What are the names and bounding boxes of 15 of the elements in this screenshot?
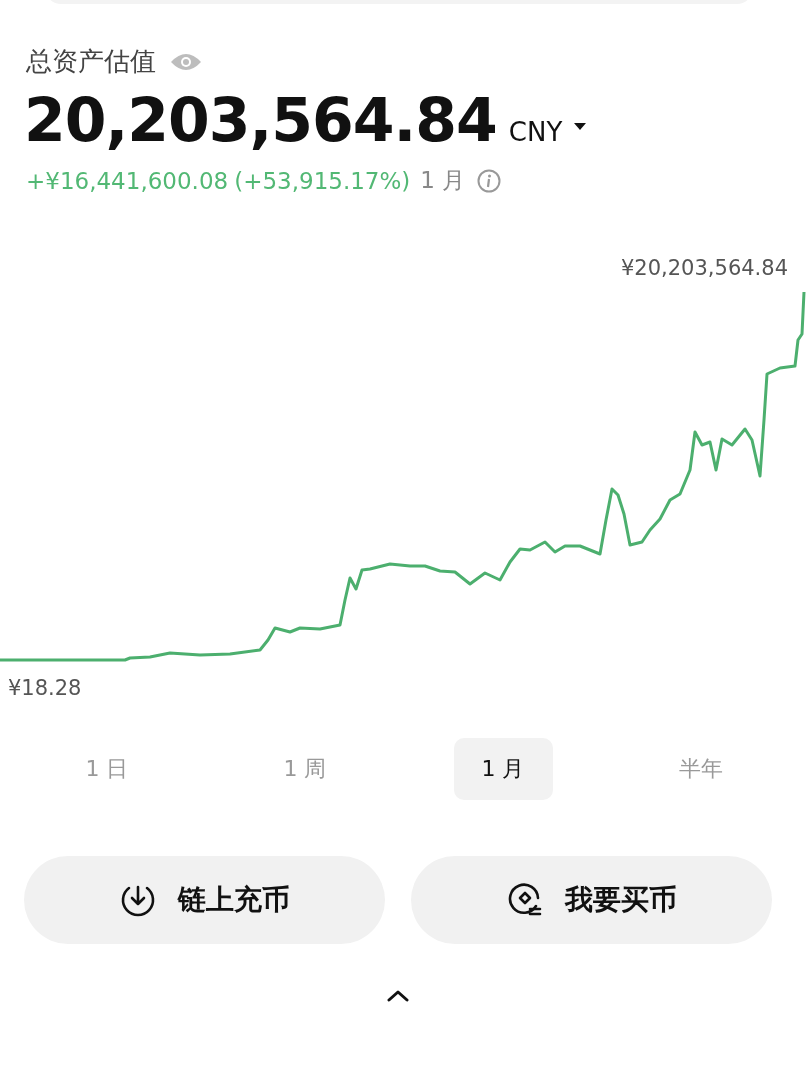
total-assets-label: 总资产估值 (26, 45, 156, 78)
change-amount: +¥16,441,600.08 (26, 167, 229, 194)
info-icon[interactable] (477, 168, 502, 193)
min-price-label: ¥18.28 (8, 676, 82, 700)
change-percent: (+53,915.17%) (234, 167, 411, 194)
coin-icon (506, 882, 543, 918)
chevron-up-icon[interactable] (386, 988, 410, 1002)
max-price-label: ¥20,203,564.84 (621, 256, 788, 280)
action-button[interactable]: 链上充币 (24, 856, 385, 944)
change-period: 1 月 (420, 166, 466, 195)
currency-label[interactable]: CNY (508, 117, 563, 147)
period-tab[interactable]: 1 月 (453, 738, 553, 800)
action-button[interactable]: 我要买币 (411, 856, 772, 944)
dropdown-caret-icon[interactable] (574, 123, 587, 131)
total-assets-value: 20,203,564.84 (24, 85, 497, 155)
